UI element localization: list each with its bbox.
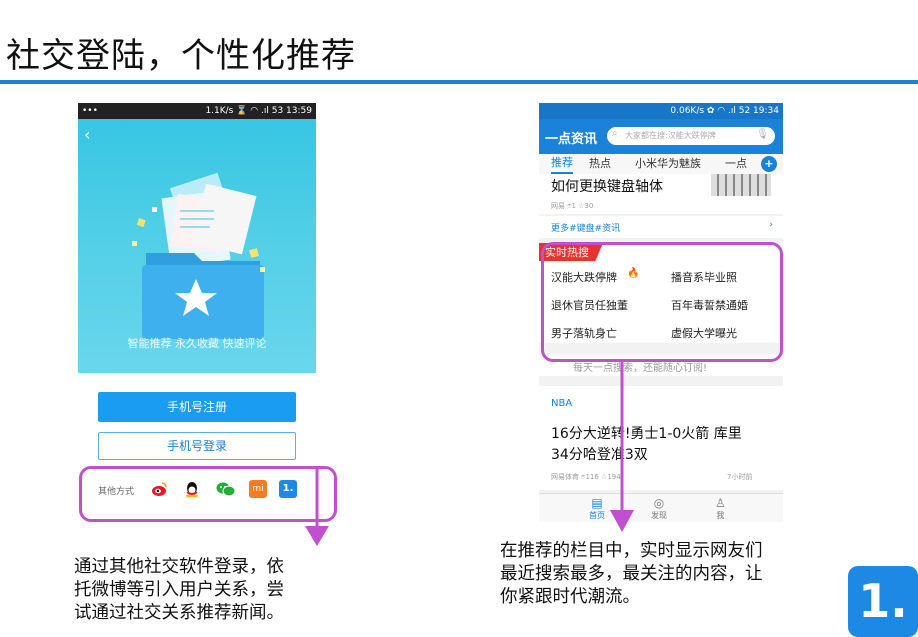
nav-home[interactable]: ▤ 首页 (589, 496, 605, 521)
article-title: 16分大逆转!勇士1-0火箭 库里 34分哈登准3双 (551, 424, 777, 466)
status-right: 1.1K/s ⌛ ◠ .ıl 53 13:59 (205, 106, 312, 116)
article-meta: 网易 ⌾1 ☆30 (551, 201, 593, 211)
add-tab-icon[interactable]: + (761, 156, 777, 172)
caption-right-line: 最近搜索最多，最关注的内容，让 (500, 564, 763, 584)
search-icon: ⌕ (612, 128, 618, 139)
left-phone: ••• 1.1K/s ⌛ ◠ .ıl 53 13:59 ‹ 智能推荐 永久收藏 … (78, 103, 316, 373)
tab-recommend[interactable]: 推荐 (551, 154, 573, 174)
caption-right-line: 在推荐的栏目中，实时显示网友们 (500, 541, 763, 561)
yidian-logo: 1. (848, 566, 918, 637)
meta-likes: 30 (584, 202, 594, 210)
nav-me-label: 我 (716, 511, 725, 520)
status-bar: ••• 1.1K/s ⌛ ◠ .ıl 53 13:59 (78, 103, 316, 119)
meta-comments: 1 (571, 202, 576, 210)
home-icon: ▤ (591, 496, 603, 510)
compass-icon: ◎ (653, 496, 665, 510)
caption-right-line: 你紧跟时代潮流。 (500, 587, 640, 607)
user-icon: ♙ (715, 496, 726, 510)
caption-left: 通过其他社交软件登录，依 托微博等引入用户关系，尝 试通过社交关系推荐新闻。 (74, 556, 284, 625)
bottom-nav: ▤ 首页 ◎ 发现 ♙ 我 (539, 493, 783, 522)
caption-left-line: 试通过社交关系推荐新闻。 (74, 603, 284, 623)
nav-home-label: 首页 (589, 511, 605, 520)
back-icon[interactable]: ‹ (84, 125, 90, 144)
meta-source: 网易体育 (551, 473, 579, 481)
search-input[interactable]: ⌕ 大家都在搜:汉能大跌停牌 🎙 (607, 127, 775, 145)
status-right: 0.06K/s ✿ ◠ .ıl 52 19:34 (670, 106, 779, 116)
slide-title: 社交登陆，个性化推荐 (6, 36, 356, 76)
meta-source: 网易 (551, 202, 565, 210)
more-link-row[interactable]: 更多#键盘#资讯 › (539, 216, 783, 238)
article-title: 如何更换键盘轴体 (551, 179, 663, 195)
chevron-right-icon: › (769, 220, 773, 230)
mic-icon[interactable]: 🎙 (756, 129, 769, 140)
caption-right: 在推荐的栏目中，实时显示网友们 最近搜索最多，最关注的内容，让 你紧跟时代潮流。 (500, 540, 763, 609)
status-left: ••• (82, 106, 98, 116)
tab-xiaomi-huawei-meizu[interactable]: 小米华为魅族 (635, 154, 701, 174)
meta-comments: 116 (585, 473, 599, 481)
keyboard-thumbnail (711, 174, 771, 196)
tab-bar: 推荐 热点 小米华为魅族 一点 + (539, 154, 783, 174)
caption-left-line: 托微博等引入用户关系，尝 (74, 580, 284, 600)
article-title-line: 16分大逆转!勇士1-0火箭 库里 (551, 426, 742, 442)
tab-yidian[interactable]: 一点 (725, 154, 747, 174)
app-header: 一点资讯 ⌕ 大家都在搜:汉能大跌停牌 🎙 (539, 119, 783, 154)
app-name: 一点资讯 (545, 132, 598, 147)
arrow-right (610, 360, 634, 532)
title-rule (0, 80, 918, 84)
nba-label[interactable]: NBA (551, 398, 572, 409)
register-button[interactable]: 手机号注册 (98, 392, 296, 422)
hero-banner: ‹ 智能推荐 永久收藏 快速评论 (78, 119, 316, 373)
article-card[interactable]: NBA 16分大逆转!勇士1-0火箭 库里 34分哈登准3双 网易体育 ⌾116… (539, 386, 783, 490)
folder-illustration (132, 172, 265, 339)
article-title-line: 34分哈登准3双 (551, 447, 648, 463)
article-card[interactable]: 如何更换键盘轴体 网易 ⌾1 ☆30 (539, 174, 783, 214)
caption-left-line: 通过其他社交软件登录，依 (74, 557, 284, 577)
nav-discover-label: 发现 (651, 511, 667, 520)
tab-hot[interactable]: 热点 (589, 154, 611, 174)
hero-tagline: 智能推荐 永久收藏 快速评论 (127, 337, 267, 350)
article-time: 7小时前 (727, 473, 753, 481)
hot-search-highlight (541, 242, 783, 362)
search-placeholder: 大家都在搜:汉能大跌停牌 (625, 131, 716, 140)
login-button[interactable]: 手机号登录 (98, 432, 296, 460)
nav-discover[interactable]: ◎ 发现 (651, 496, 667, 521)
more-link[interactable]: 更多#键盘#资讯 (551, 221, 620, 234)
status-bar: 0.06K/s ✿ ◠ .ıl 52 19:34 (539, 103, 783, 119)
arrow-left (305, 468, 329, 546)
social-highlight (79, 466, 337, 522)
nav-me[interactable]: ♙ 我 (715, 496, 726, 521)
